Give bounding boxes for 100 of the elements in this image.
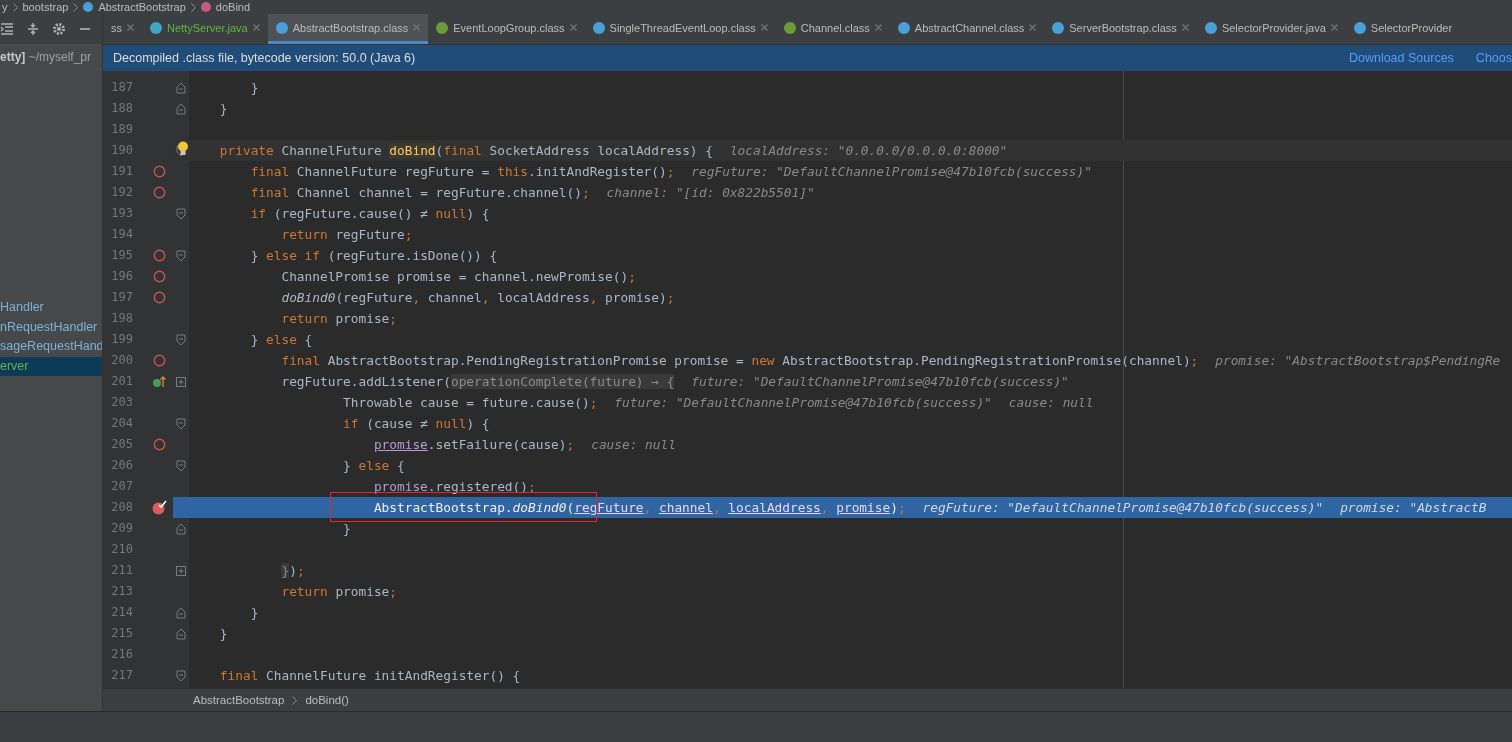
- line-number: 188: [110, 100, 133, 117]
- line-number: 215: [110, 625, 133, 642]
- collapse-all-icon[interactable]: [0, 22, 14, 36]
- breadcrumb-item[interactable]: AbstractBootstrap: [193, 694, 285, 706]
- code-line: promise.setFailure(cause); cause: null: [373, 436, 676, 454]
- tree-item[interactable]: erver: [0, 356, 102, 376]
- line-number: 193: [110, 205, 133, 222]
- code-line: }: [343, 520, 351, 538]
- code-line: }: [219, 100, 228, 118]
- breakpoint-icon[interactable]: [153, 270, 166, 283]
- code-line: private ChannelFuture doBind(final SocketAddress localAddress) { localAddress: "0.0.0.0/0.0.0.0:8000": [219, 142, 1008, 160]
- tree-item[interactable]: Handler: [0, 298, 102, 318]
- lambda-breakpoint-icon[interactable]: [152, 375, 167, 388]
- code-line: if (regFuture.cause() ≠ null) {: [250, 205, 490, 223]
- code-line: } else if (regFuture.isDone()) {: [250, 247, 498, 265]
- line-number: 213: [110, 583, 133, 600]
- editor-tab[interactable]: Channel.class: [775, 14, 890, 44]
- close-icon[interactable]: [569, 24, 577, 31]
- breakpoint-icon[interactable]: [153, 186, 166, 199]
- expand-fold-icon[interactable]: [176, 565, 186, 576]
- breadcrumb-item[interactable]: AbstractBootstrap: [98, 1, 186, 13]
- line-number: 208: [110, 499, 133, 516]
- method-icon: [200, 2, 211, 12]
- line-number: 206: [110, 457, 133, 474]
- file-icon: [1353, 21, 1366, 34]
- tree-item[interactable]: sageRequestHand: [0, 337, 102, 357]
- code-line: regFuture.addListener(operationComplete(future) → { future: "DefaultChannelPromise@47b10fcb(success)": [281, 373, 1069, 391]
- file-icon: [592, 21, 605, 34]
- code-line: }: [250, 79, 259, 97]
- close-icon[interactable]: [127, 24, 134, 31]
- line-number: 217: [110, 667, 133, 684]
- file-icon: [897, 21, 910, 34]
- banner-message: Decompiled .class file, bytecode version: 50.0 (Java 6): [113, 51, 416, 65]
- breakpoint-icon[interactable]: [153, 249, 166, 262]
- file-icon: [150, 21, 162, 34]
- close-icon[interactable]: [760, 24, 768, 31]
- line-number: 211: [110, 562, 133, 579]
- code-line: if (cause ≠ null) {: [343, 415, 490, 433]
- line-number: 204: [110, 415, 133, 432]
- line-number: 195: [110, 247, 133, 264]
- code-line: return promise;: [281, 310, 398, 328]
- editor-tab[interactable]: SelectorProvider.java: [1196, 14, 1346, 44]
- close-icon[interactable]: [874, 24, 882, 31]
- close-icon[interactable]: [1181, 24, 1189, 31]
- class-icon: [83, 2, 94, 12]
- line-number: 196: [110, 268, 133, 285]
- breakpoint-hit-icon[interactable]: [152, 500, 167, 515]
- banner-link[interactable]: Choos: [1475, 51, 1512, 65]
- editor-tab[interactable]: AbstractChannel.class: [889, 14, 1045, 44]
- breadcrumb-item[interactable]: y: [2, 1, 8, 13]
- project-path: etty] ~/myself_pr: [0, 49, 93, 66]
- line-number: 198: [110, 310, 133, 327]
- close-icon[interactable]: [1029, 24, 1037, 31]
- file-icon: [1204, 21, 1217, 34]
- close-icon[interactable]: [413, 24, 421, 31]
- code-line: });: [281, 562, 305, 580]
- breadcrumb-item[interactable]: doBind(): [305, 694, 349, 706]
- line-number: 203: [110, 394, 133, 411]
- line-number: 197: [110, 289, 133, 306]
- line-number: 187: [110, 79, 133, 96]
- code-line: return regFuture;: [281, 226, 413, 244]
- line-number: 216: [110, 646, 133, 663]
- editor-tab[interactable]: SelectorProvider: [1345, 14, 1461, 44]
- close-icon[interactable]: [1330, 24, 1338, 31]
- code-line: }: [250, 604, 259, 622]
- chevron-icon: [190, 2, 196, 12]
- expand-fold-icon[interactable]: [176, 376, 186, 387]
- tree-item[interactable]: nRequestHandler: [0, 317, 102, 337]
- line-number: 210: [110, 541, 133, 558]
- code-line: doBind0(regFuture, channel, localAddress, promise);: [281, 289, 675, 307]
- code-line: ChannelPromise promise = channel.newPromise();: [281, 268, 636, 286]
- line-number: 209: [110, 520, 133, 537]
- banner-link[interactable]: Download Sources: [1348, 51, 1454, 65]
- close-icon[interactable]: [252, 24, 260, 31]
- breadcrumb-item[interactable]: doBind: [215, 1, 251, 13]
- line-number: 207: [110, 478, 133, 495]
- code-line: }: [219, 625, 228, 643]
- breakpoint-icon[interactable]: [153, 354, 166, 367]
- line-number: 189: [110, 121, 133, 138]
- chevron-icon: [292, 695, 298, 705]
- file-icon: [1052, 21, 1065, 34]
- line-number: 214: [110, 604, 133, 621]
- settings-icon[interactable]: [52, 22, 66, 36]
- breakpoint-icon[interactable]: [153, 165, 166, 178]
- code-line: final Channel channel = regFuture.channel(); channel: "[id: 0x822b5501]": [250, 184, 815, 202]
- code-line: final AbstractBootstrap.PendingRegistrationPromise promise = new AbstractBootstrap.PendingRegistrationPromise(channel); promise: "AbstractBootstrap$PendingRe: [281, 352, 1501, 370]
- breadcrumb-item[interactable]: bootstrap: [22, 1, 69, 13]
- breakpoint-icon[interactable]: [153, 291, 166, 304]
- editor-tab[interactable]: NettyServer.java: [142, 14, 268, 44]
- editor-tab[interactable]: EventLoopGroup.class: [428, 14, 585, 44]
- chevron-icon: [73, 2, 79, 12]
- file-icon: [275, 21, 288, 34]
- code-line: return promise;: [281, 583, 398, 601]
- line-number: 200: [110, 352, 133, 369]
- expand-all-icon[interactable]: [26, 22, 40, 36]
- editor-tab[interactable]: ServerBootstrap.class: [1044, 14, 1197, 44]
- breakpoint-icon[interactable]: [153, 438, 166, 451]
- editor-tab[interactable]: ss: [103, 14, 142, 44]
- editor-tab[interactable]: SingleThreadEventLoop.class: [584, 14, 776, 44]
- editor-tab[interactable]: AbstractBootstrap.class: [267, 14, 429, 44]
